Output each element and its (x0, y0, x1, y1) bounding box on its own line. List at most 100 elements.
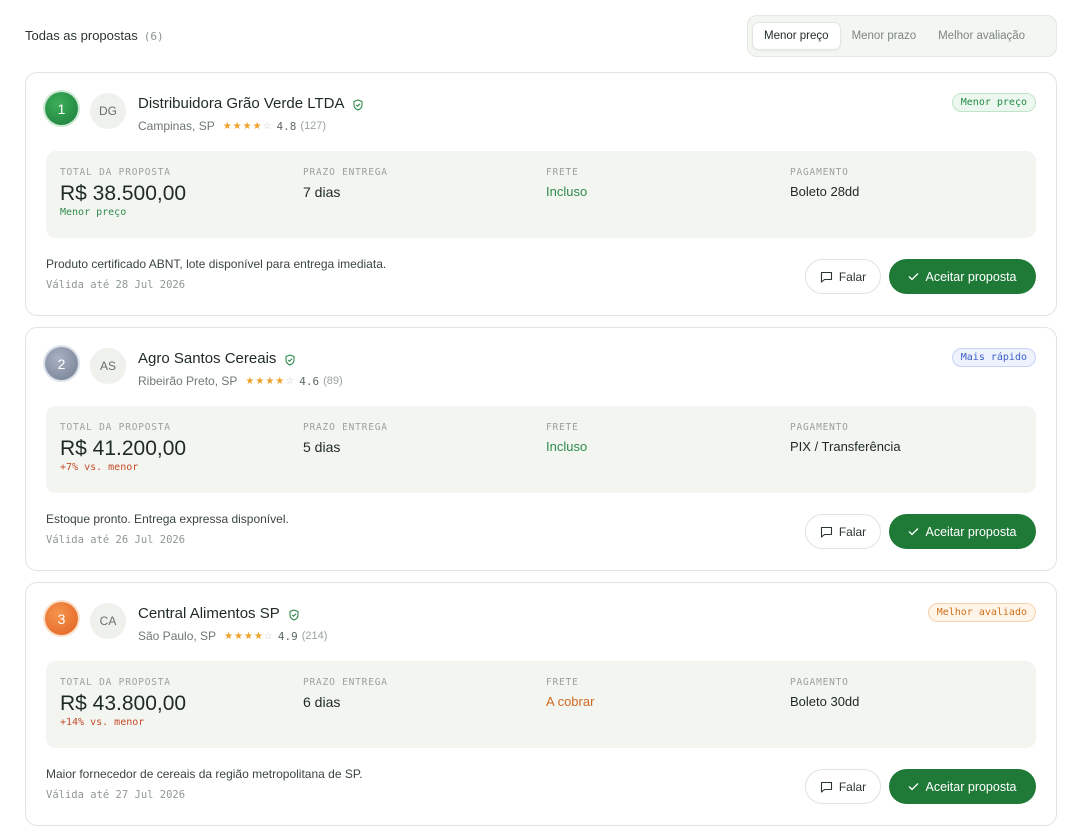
review-count: (214) (301, 630, 328, 642)
supplier-avatar: AS (90, 348, 126, 384)
validity-date: Válida até 27 Jul 2026 (46, 789, 186, 801)
validity-date: Válida até 28 Jul 2026 (46, 279, 186, 291)
freight-label: FRETE (546, 677, 579, 688)
supplier-avatar: CA (90, 603, 126, 639)
review-count: (127) (300, 120, 327, 132)
supplier-location: São Paulo, SP (138, 629, 217, 643)
delivery-label: PRAZO ENTREGA (303, 677, 388, 688)
freight-value: A cobrar (546, 694, 595, 709)
status-badge: Melhor avaliado (927, 603, 1036, 622)
total-note: +14% vs. menor (60, 717, 145, 728)
payment-value: Boleto 28dd (790, 184, 860, 199)
total-value: R$ 41.200,00 (60, 437, 187, 460)
delivery-value: 6 dias (303, 694, 341, 710)
proposal-card: 3 CA Central Alimentos SP São Paulo, SP … (25, 582, 1057, 826)
payment-label: PAGAMENTO (790, 167, 849, 178)
star-rating-icon: ★★★★☆ (223, 121, 273, 132)
rating-value: 4.9 (277, 629, 298, 643)
talk-button[interactable]: Falar (805, 514, 881, 549)
freight-value: Incluso (546, 184, 588, 199)
rating-value: 4.6 (299, 374, 320, 388)
talk-button[interactable]: Falar (805, 259, 881, 294)
payment-label: PAGAMENTO (790, 677, 849, 688)
delivery-value: 5 dias (303, 439, 341, 455)
status-badge: Menor preço (951, 93, 1036, 112)
proposal-details: TOTAL DA PROPOSTA R$ 41.200,00 +7% vs. m… (46, 406, 1036, 493)
sort-shortest-delivery-button[interactable]: Menor prazo (841, 23, 928, 49)
payment-column: PAGAMENTO Boleto 30dd (790, 677, 859, 709)
delivery-label: PRAZO ENTREGA (303, 422, 388, 433)
empty-star: ☆ (285, 375, 296, 387)
total-column: TOTAL DA PROPOSTA R$ 41.200,00 +7% vs. m… (60, 422, 186, 473)
talk-button-label: Falar (838, 269, 867, 284)
delivery-column: PRAZO ENTREGA 5 dias (303, 422, 388, 455)
freight-column: FRETE A cobrar (546, 677, 594, 709)
chat-bubble-icon (820, 781, 833, 793)
check-icon (908, 527, 919, 536)
page-title-text: Todas as propostas (25, 28, 138, 43)
filled-stars: ★★★★ (224, 630, 264, 642)
total-label: TOTAL DA PROPOSTA (60, 167, 171, 178)
page-title: Todas as propostas (6) (25, 28, 164, 43)
supplier-meta: Campinas, SP ★★★★☆ 4.8 (127) (138, 119, 326, 133)
shield-check-icon (352, 98, 364, 111)
delivery-value: 7 dias (303, 184, 341, 200)
rank-badge: 1 (45, 92, 78, 125)
star-rating-icon: ★★★★☆ (245, 376, 295, 387)
proposal-card: 1 DG Distribuidora Grão Verde LTDA Campi… (25, 72, 1057, 316)
payment-value: Boleto 30dd (790, 694, 860, 709)
talk-button-label: Falar (838, 524, 867, 539)
delivery-label: PRAZO ENTREGA (303, 167, 388, 178)
total-label: TOTAL DA PROPOSTA (60, 677, 171, 688)
shield-check-icon (288, 608, 300, 621)
accept-proposal-button[interactable]: Aceitar proposta (889, 259, 1036, 294)
sort-best-rating-button[interactable]: Melhor avaliação (927, 23, 1036, 49)
freight-column: FRETE Incluso (546, 422, 587, 454)
status-badge: Mais rápido (951, 348, 1036, 367)
chat-bubble-icon (820, 271, 833, 283)
total-value: R$ 43.800,00 (60, 692, 187, 715)
payment-label: PAGAMENTO (790, 422, 849, 433)
payment-column: PAGAMENTO Boleto 28dd (790, 167, 859, 199)
review-count: (89) (323, 375, 343, 387)
proposal-note: Produto certificado ABNT, lote disponíve… (46, 257, 387, 271)
accept-button-label: Aceitar proposta (925, 779, 1017, 794)
check-icon (908, 272, 919, 281)
accept-proposal-button[interactable]: Aceitar proposta (889, 514, 1036, 549)
check-icon (908, 782, 919, 791)
proposal-details: TOTAL DA PROPOSTA R$ 38.500,00 Menor pre… (46, 151, 1036, 238)
rank-badge: 2 (45, 347, 78, 380)
supplier-name-row: Distribuidora Grão Verde LTDA (138, 95, 364, 112)
filled-stars: ★★★★ (222, 120, 263, 132)
talk-button[interactable]: Falar (805, 769, 881, 804)
validity-date: Válida até 26 Jul 2026 (46, 534, 186, 546)
shield-check-icon (284, 353, 296, 366)
proposals-header: Todas as propostas (6) Menor preço Menor … (25, 15, 1057, 57)
accept-button-label: Aceitar proposta (925, 524, 1017, 539)
supplier-name: Agro Santos Cereais (138, 350, 277, 367)
total-label: TOTAL DA PROPOSTA (60, 422, 171, 433)
supplier-meta: Ribeirão Preto, SP ★★★★☆ 4.6 (89) (138, 374, 343, 388)
sort-lowest-price-button[interactable]: Menor preço (752, 22, 841, 50)
delivery-column: PRAZO ENTREGA 6 dias (303, 677, 388, 710)
total-value: R$ 38.500,00 (60, 182, 187, 205)
payment-column: PAGAMENTO PIX / Transferência (790, 422, 901, 454)
proposal-note: Maior fornecedor de cereais da região me… (46, 767, 363, 781)
filled-stars: ★★★★ (245, 375, 286, 387)
empty-star: ☆ (263, 630, 274, 642)
empty-star: ☆ (262, 120, 273, 132)
total-note: +7% vs. menor (60, 462, 139, 473)
supplier-location: Campinas, SP (138, 119, 215, 133)
rating-value: 4.8 (276, 119, 297, 133)
supplier-avatar: DG (90, 93, 126, 129)
proposal-count: (6) (143, 30, 164, 43)
freight-value: Incluso (546, 439, 588, 454)
supplier-meta: São Paulo, SP ★★★★☆ 4.9 (214) (138, 629, 327, 643)
star-rating-icon: ★★★★☆ (224, 631, 274, 642)
total-column: TOTAL DA PROPOSTA R$ 43.800,00 +14% vs. … (60, 677, 186, 728)
proposal-card: 2 AS Agro Santos Cereais Ribeirão Preto,… (25, 327, 1057, 571)
accept-proposal-button[interactable]: Aceitar proposta (889, 769, 1036, 804)
supplier-name: Central Alimentos SP (138, 605, 280, 622)
freight-label: FRETE (546, 422, 579, 433)
sort-segmented-control: Menor preço Menor prazo Melhor avaliação (747, 15, 1057, 57)
